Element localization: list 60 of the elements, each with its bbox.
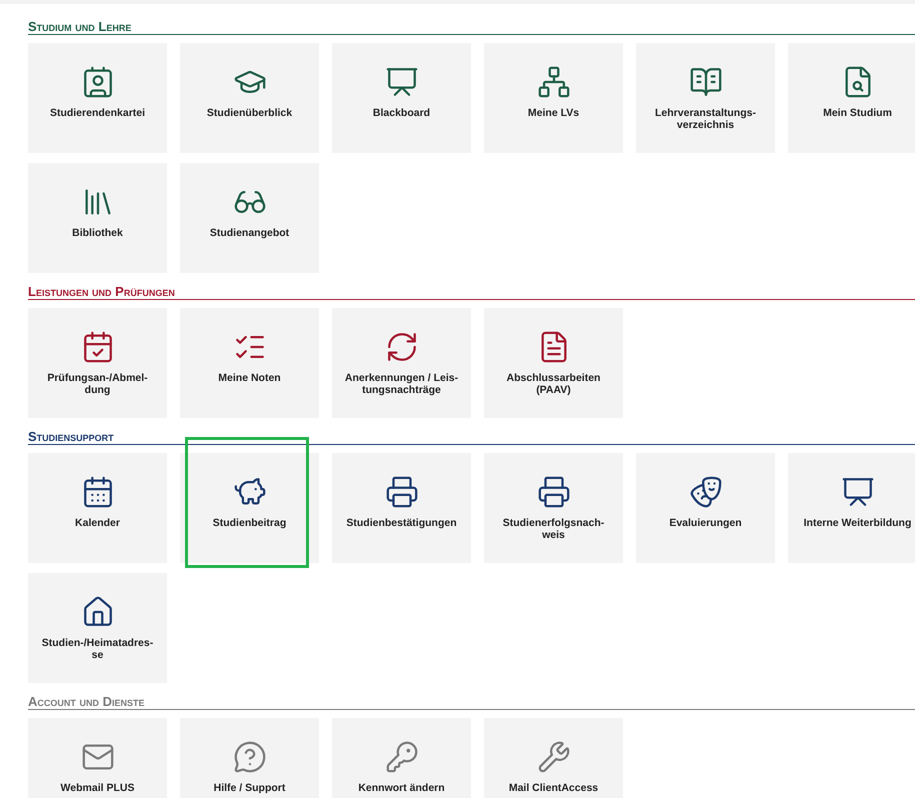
tile-label: Blackboard — [372, 107, 430, 119]
tile-label: Bibliothek — [72, 227, 123, 239]
tile-label: Studien-/Heimatadres- se — [42, 637, 154, 661]
section-heading: Studium und Lehre — [28, 20, 915, 35]
book-icon — [688, 65, 722, 99]
tile-label: Hilfe / Support — [214, 782, 286, 794]
board-icon — [840, 475, 874, 509]
tile-label: Kalender — [75, 517, 120, 529]
app-tile[interactable]: Webmail PLUS — [28, 718, 167, 798]
tile-label: Kennwort ändern — [358, 782, 445, 794]
app-tile[interactable]: Mail ClientAccess — [484, 718, 623, 798]
app-tile[interactable]: Evaluierungen — [636, 453, 775, 563]
app-tile[interactable]: Studienbestätigungen — [332, 453, 471, 563]
key-icon — [384, 740, 418, 774]
wrench-icon — [536, 740, 570, 774]
tile-label: Evaluierungen — [669, 517, 742, 529]
tile-label: Studienangebot — [210, 227, 290, 239]
app-tile[interactable]: Interne Weiterbildung — [788, 453, 915, 563]
printer-icon — [536, 475, 570, 509]
tile-label: Lehrveranstaltungs- verzeichnis — [655, 107, 756, 131]
tile-label: Webmail PLUS — [60, 782, 134, 794]
app-tile[interactable]: Studienerfolgsnach- weis — [484, 453, 623, 563]
tile-label: Anerkennungen / Leis- tungsnachträge — [344, 372, 458, 396]
tile-label: Meine LVs — [528, 107, 580, 119]
app-tile[interactable]: Bibliothek — [28, 163, 167, 273]
section-heading: Leistungen und Prüfungen — [28, 285, 915, 300]
section-heading: Studiensupport — [28, 430, 915, 445]
masks-icon — [688, 475, 722, 509]
tile-label: Meine Noten — [218, 372, 281, 384]
app-tile[interactable]: Meine Noten — [180, 308, 319, 418]
tile-label: Mein Studium — [823, 107, 892, 119]
tile-label: Mail ClientAccess — [508, 782, 598, 794]
app-tile[interactable]: Anerkennungen / Leis- tungsnachträge — [332, 308, 471, 418]
tile-label: Interne Weiterbildung — [804, 517, 912, 529]
tile-label: Studierendenkartei — [50, 107, 146, 119]
tile-label: Studienbestätigungen — [346, 517, 457, 529]
app-tile[interactable]: Hilfe / Support — [180, 718, 319, 798]
app-tile[interactable]: Kalender — [28, 453, 167, 563]
section-heading: Account und Dienste — [28, 695, 915, 710]
tile-label: Abschlussarbeiten (PAAV) — [506, 372, 600, 396]
app-tile[interactable]: Studienangebot — [180, 163, 319, 273]
app-tile[interactable]: Blackboard — [332, 43, 471, 153]
app-tile[interactable]: Meine LVs — [484, 43, 623, 153]
app-tile[interactable]: Abschlussarbeiten (PAAV) — [484, 308, 623, 418]
board-icon — [384, 65, 418, 99]
app-tile[interactable]: Studienüberblick — [180, 43, 319, 153]
app-tile[interactable]: Studien-/Heimatadres- se — [28, 573, 167, 683]
app-tile[interactable]: Studierendenkartei — [28, 43, 167, 153]
app-tile[interactable]: Kennwort ändern — [332, 718, 471, 798]
app-tile[interactable]: Mein Studium — [788, 43, 915, 153]
tile-label: Studienüberblick — [206, 107, 292, 119]
tile-label: Studienerfolgsnach- weis — [502, 517, 604, 541]
app-tile[interactable]: Lehrveranstaltungs- verzeichnis — [636, 43, 775, 153]
tile-label: Prüfungsan-/Abmel- dung — [47, 372, 148, 396]
printer-icon — [384, 475, 418, 509]
tile-label: Studienbeitrag — [212, 517, 286, 529]
app-tile[interactable]: Prüfungsan-/Abmel- dung — [28, 308, 167, 418]
help-icon — [232, 740, 266, 774]
app-tile[interactable]: Studienbeitrag — [180, 453, 319, 563]
hierarchy-icon — [536, 65, 570, 99]
